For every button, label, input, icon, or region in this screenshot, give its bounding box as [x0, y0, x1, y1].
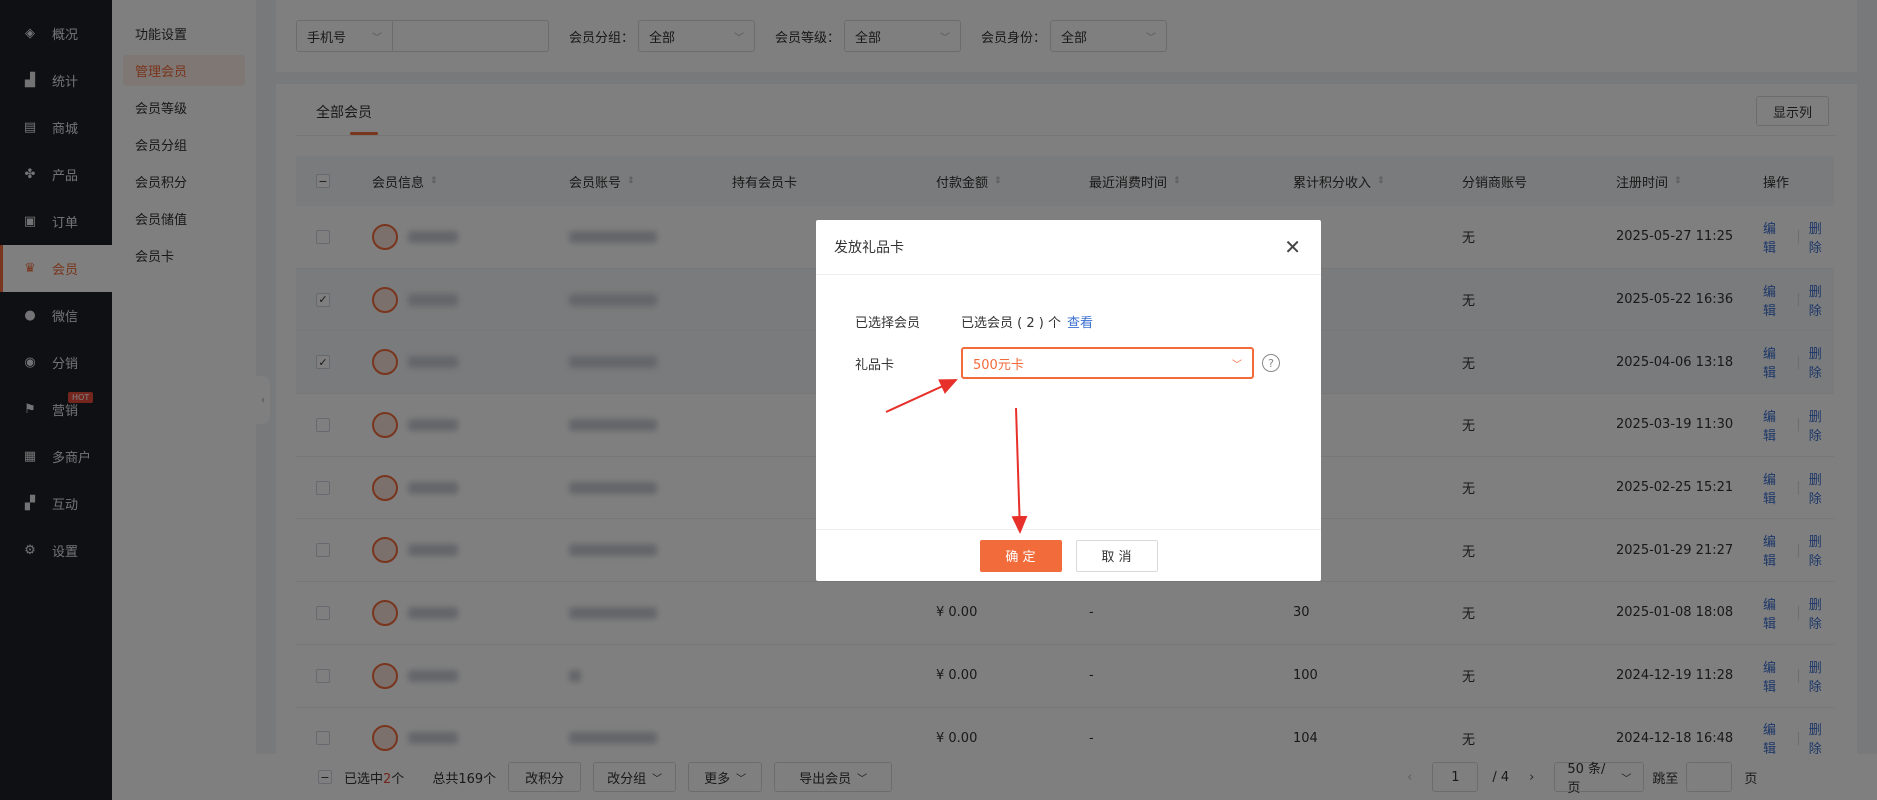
issue-gift-card-dialog: 发放礼品卡 ✕ 已选择会员 已选会员 ( 2 ) 个 查看 礼品卡 500元卡 … [816, 220, 1321, 581]
dialog-footer: 确 定 取 消 [816, 529, 1321, 581]
selected-members-row: 已选择会员 已选会员 ( 2 ) 个 查看 [855, 312, 1093, 331]
chevron-down-icon: ﹀ [1232, 359, 1242, 371]
dialog-header: 发放礼品卡 ✕ [816, 220, 1321, 275]
dialog-title: 发放礼品卡 [834, 240, 904, 256]
view-members-link[interactable]: 查看 [1067, 312, 1093, 331]
selected-members-text: 已选会员 ( 2 ) 个 [961, 316, 1061, 331]
gift-card-row: 礼品卡 500元卡 ﹀ ? [855, 347, 1280, 379]
gift-card-select[interactable]: 500元卡 ﹀ [961, 347, 1254, 379]
gift-card-label: 礼品卡 [855, 357, 895, 373]
confirm-button[interactable]: 确 定 [979, 539, 1062, 572]
cancel-button[interactable]: 取 消 [1075, 539, 1158, 572]
selected-members-label: 已选择会员 [855, 316, 921, 331]
close-icon[interactable]: ✕ [1284, 237, 1301, 257]
gift-card-value: 500元卡 [973, 357, 1024, 373]
help-icon[interactable]: ? [1262, 354, 1280, 372]
